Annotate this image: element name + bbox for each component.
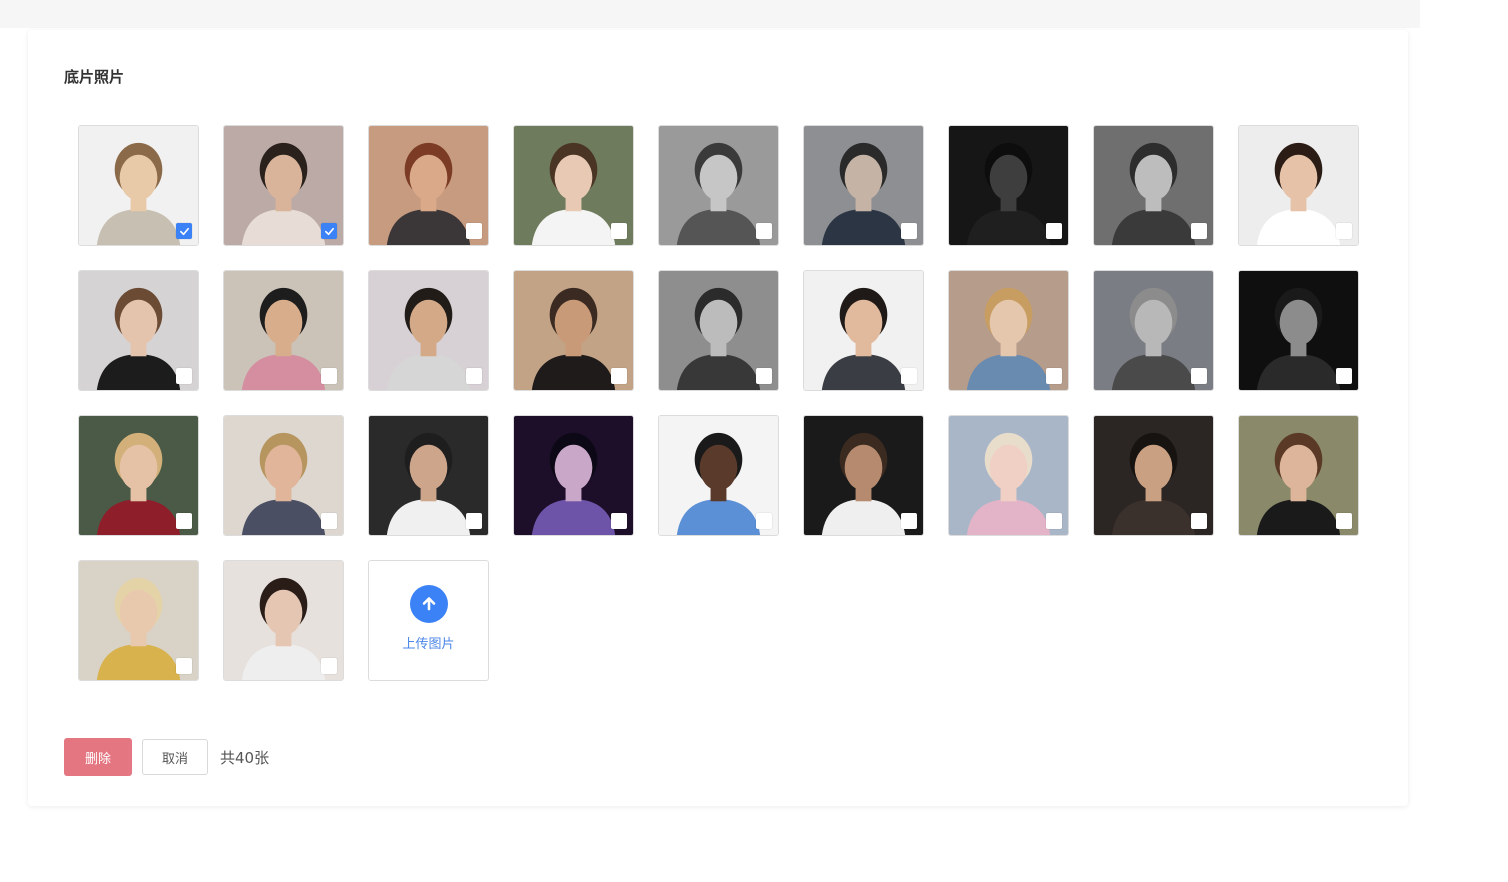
delete-button[interactable]: 删除 [64, 738, 132, 776]
photo-tile[interactable] [223, 270, 344, 391]
select-checkbox[interactable] [321, 223, 337, 239]
select-checkbox[interactable] [1046, 513, 1062, 529]
photo-tile[interactable] [78, 415, 199, 536]
photo-tile[interactable] [78, 125, 199, 246]
select-checkbox[interactable] [756, 223, 772, 239]
select-checkbox[interactable] [1191, 223, 1207, 239]
select-checkbox[interactable] [611, 368, 627, 384]
select-checkbox[interactable] [611, 223, 627, 239]
upload-arrow-icon [409, 585, 448, 623]
top-strip [0, 0, 1420, 28]
photo-grid: 上传图片 [78, 125, 1359, 681]
photo-tile[interactable] [658, 125, 779, 246]
select-checkbox[interactable] [176, 223, 192, 239]
photo-tile[interactable] [658, 270, 779, 391]
panel-title: 底片照片 [64, 68, 125, 86]
select-checkbox[interactable] [176, 513, 192, 529]
select-checkbox[interactable] [611, 513, 627, 529]
photo-count: 共40张 [220, 748, 270, 767]
select-checkbox[interactable] [1336, 368, 1352, 384]
select-checkbox[interactable] [321, 513, 337, 529]
select-checkbox[interactable] [466, 513, 482, 529]
select-checkbox[interactable] [466, 223, 482, 239]
select-checkbox[interactable] [1336, 223, 1352, 239]
photo-tile[interactable] [1238, 270, 1359, 391]
photo-tile[interactable] [948, 270, 1069, 391]
photo-tile[interactable] [658, 415, 779, 536]
photo-tile[interactable] [513, 270, 634, 391]
photo-tile[interactable] [223, 415, 344, 536]
photo-tile[interactable] [1093, 270, 1214, 391]
photo-tile[interactable] [368, 270, 489, 391]
photo-tile[interactable] [803, 125, 924, 246]
photo-tile[interactable] [368, 125, 489, 246]
select-checkbox[interactable] [756, 513, 772, 529]
photo-tile[interactable] [803, 270, 924, 391]
cancel-button[interactable]: 取消 [142, 739, 208, 775]
select-checkbox[interactable] [321, 658, 337, 674]
select-checkbox[interactable] [1191, 513, 1207, 529]
photo-tile[interactable] [803, 415, 924, 536]
photo-tile[interactable] [513, 125, 634, 246]
upload-label: 上传图片 [402, 637, 455, 652]
photo-tile[interactable] [513, 415, 634, 536]
photo-tile[interactable] [948, 125, 1069, 246]
select-checkbox[interactable] [176, 368, 192, 384]
photo-tile[interactable] [368, 415, 489, 536]
photo-tile[interactable] [223, 125, 344, 246]
select-checkbox[interactable] [1191, 368, 1207, 384]
photo-tile[interactable] [1093, 125, 1214, 246]
photo-panel: 底片照片 上传图片 删除 取消 共40张 [28, 30, 1408, 806]
photo-tile[interactable] [1238, 415, 1359, 536]
photo-tile[interactable] [223, 560, 344, 681]
select-checkbox[interactable] [176, 658, 192, 674]
photo-tile[interactable] [1093, 415, 1214, 536]
select-checkbox[interactable] [1046, 223, 1062, 239]
select-checkbox[interactable] [901, 368, 917, 384]
upload-button[interactable]: 上传图片 [368, 560, 489, 681]
photo-tile[interactable] [78, 560, 199, 681]
select-checkbox[interactable] [1336, 513, 1352, 529]
select-checkbox[interactable] [756, 368, 772, 384]
photo-tile[interactable] [78, 270, 199, 391]
select-checkbox[interactable] [466, 368, 482, 384]
select-checkbox[interactable] [1046, 368, 1062, 384]
select-checkbox[interactable] [901, 223, 917, 239]
select-checkbox[interactable] [901, 513, 917, 529]
photo-tile[interactable] [1238, 125, 1359, 246]
select-checkbox[interactable] [321, 368, 337, 384]
photo-tile[interactable] [948, 415, 1069, 536]
action-bar: 删除 取消 共40张 [64, 738, 269, 776]
